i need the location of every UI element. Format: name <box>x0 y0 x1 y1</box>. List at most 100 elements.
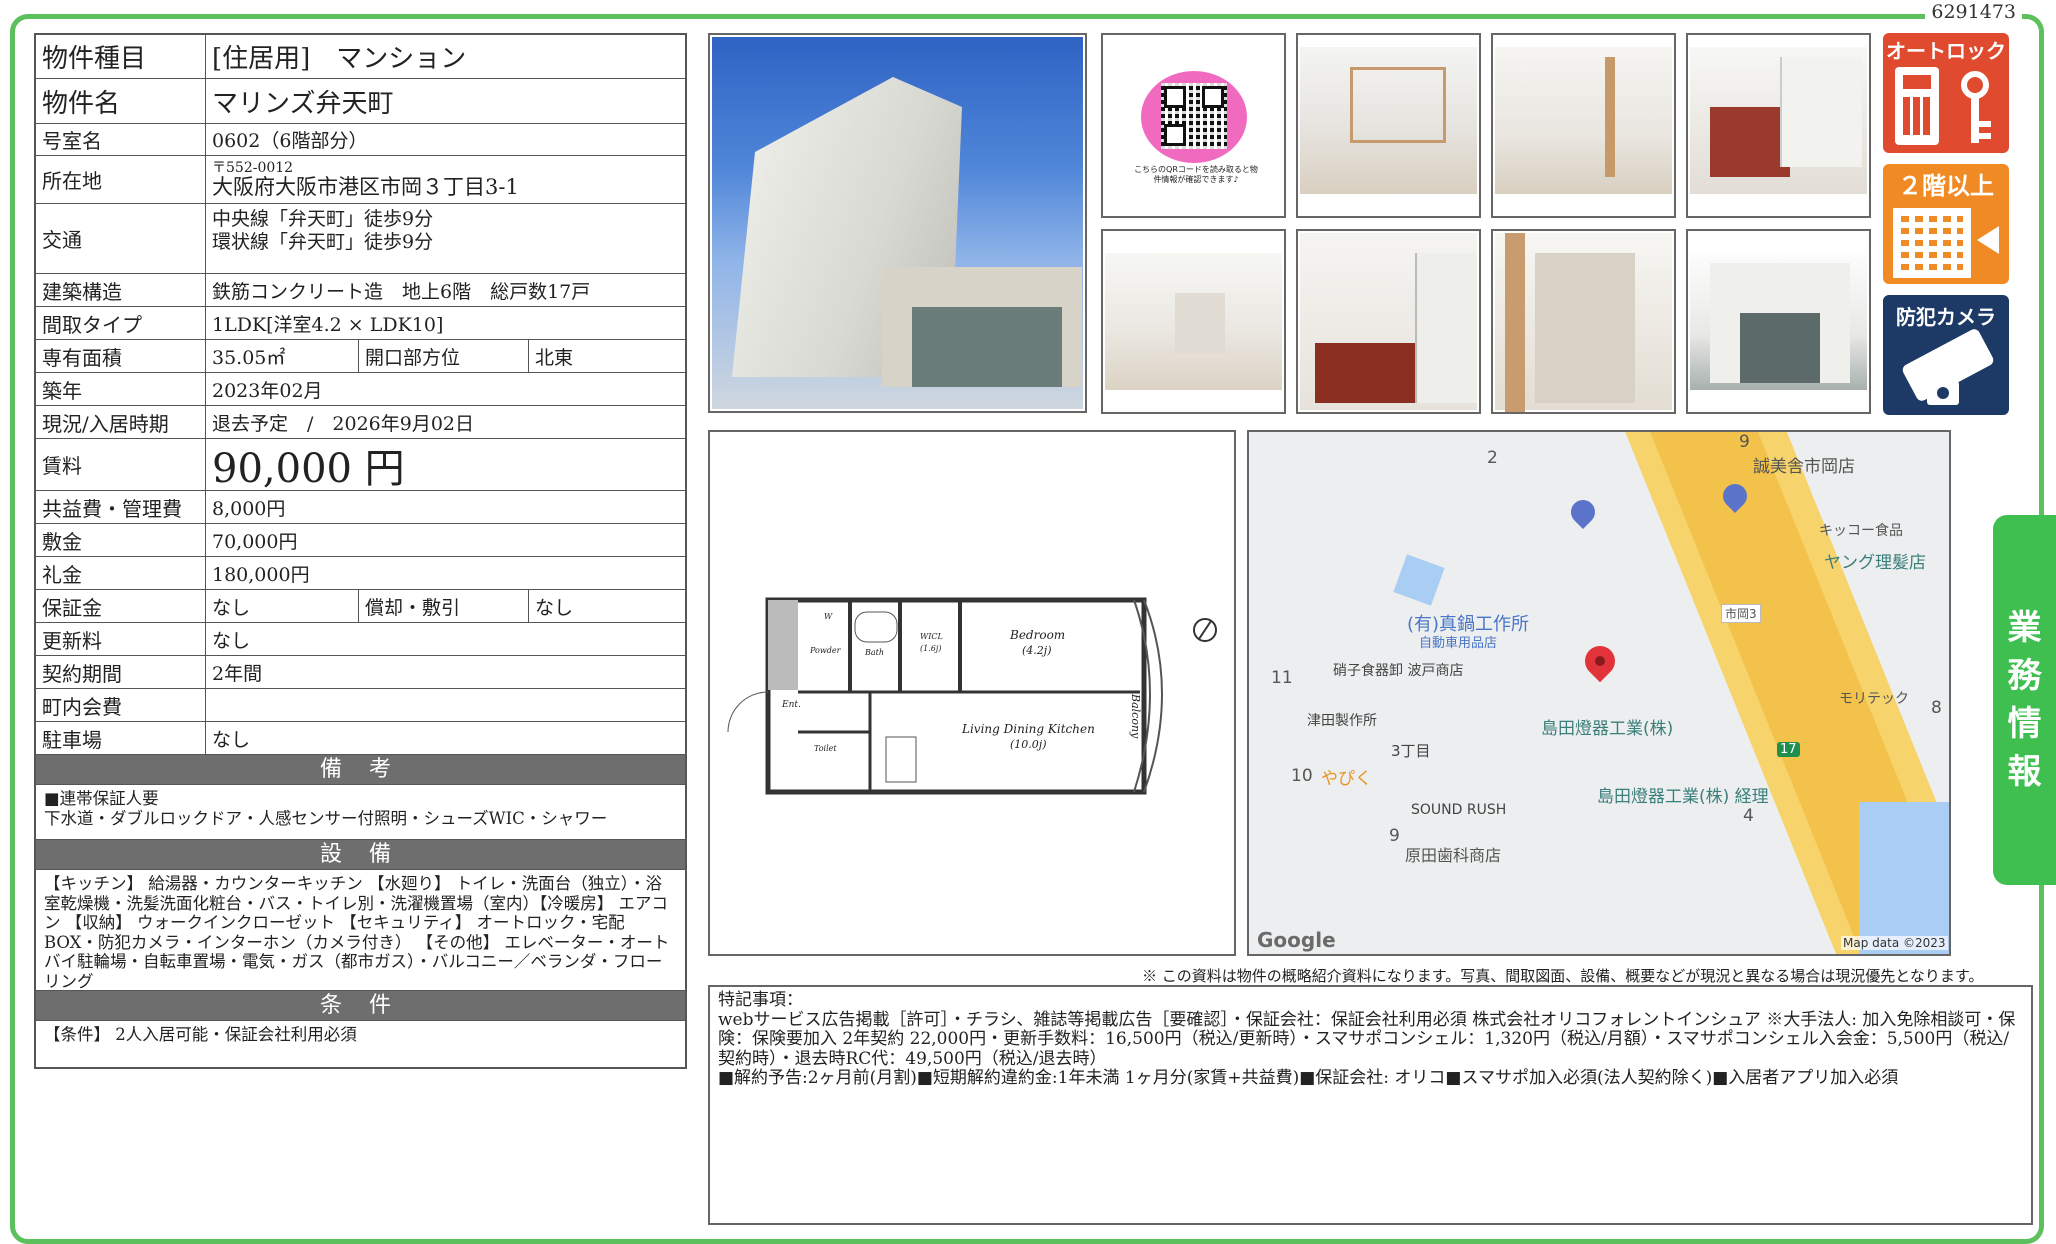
camera-mini-icon <box>1927 381 1959 405</box>
map-label-kikko: キッコー食品 <box>1819 523 1903 539</box>
layout-label: 間取タイプ <box>36 307 206 339</box>
qr-code-icon <box>1161 83 1227 149</box>
remarks-line-2: ■解約予告:2ヶ月前(月割)■短期解約違約金:1年未満 1ヶ月分(家賃+共益費)… <box>718 1068 1899 1088</box>
map-pond <box>1393 554 1445 606</box>
map-label-shimada: 島田燈器工業(株) <box>1541 719 1674 739</box>
built-value: 2023年02月 <box>212 379 323 402</box>
wic-size: (1.6j) <box>920 644 942 653</box>
autolock-badge: オートロック <box>1883 33 2009 153</box>
map-label-car-supplies: 自動車用品店 <box>1419 636 1498 651</box>
equipment-header: 設 備 <box>36 840 685 870</box>
ldk-size: (10.0j) <box>1010 738 1047 751</box>
address-text: 大阪府大阪市港区市岡３丁目3-1 <box>212 175 519 199</box>
name-label: 物件名 <box>36 79 206 123</box>
notes-line-2: 下水道・ダブルロックドア・人感センサー付照明・シューズWIC・シャワー <box>44 808 608 828</box>
parking-value: なし <box>212 728 251 751</box>
map-label-moritec: モリテック <box>1839 691 1909 707</box>
key-icon <box>1953 71 1997 145</box>
notes-body: ■連帯保証人要 下水道・ダブルロックドア・人感センサー付照明・シューズWIC・シ… <box>36 785 685 840</box>
common-value: 8,000円 <box>212 497 286 520</box>
row-guarantee: 保証金 なし 償却・敷引 なし <box>36 590 685 623</box>
room-photo-1[interactable] <box>1296 33 1481 218</box>
notes-line-1: ■連帯保証人要 <box>44 789 159 808</box>
map-label-yabiku: やぴく <box>1321 769 1372 789</box>
remarks-title: 特記事項： <box>718 990 803 1010</box>
name-value: マリンズ弁天町 <box>212 88 394 119</box>
built-label: 築年 <box>36 373 206 405</box>
room-image-2 <box>1495 47 1672 194</box>
guarantee-label: 保証金 <box>36 590 206 622</box>
row-address: 所在地 〒552-0012 大阪府大阪市港区市岡３丁目3-1 <box>36 156 685 204</box>
renewal-label: 更新料 <box>36 623 206 655</box>
map-block-9-bottom: 9 <box>1389 826 1400 846</box>
map-label-ichioka3: 市岡3 <box>1721 604 1761 623</box>
second-floor-badge: ２階以上 <box>1883 164 2009 284</box>
qr-panel[interactable]: こちらのQRコードを読み取ると物件情報が確認できます♪ <box>1101 33 1286 218</box>
address-value: 〒552-0012 大阪府大阪市港区市岡３丁目3-1 <box>206 156 685 203</box>
association-label: 町内会費 <box>36 689 206 721</box>
entrance-label: Ent. <box>782 700 801 710</box>
building-photo[interactable] <box>708 33 1087 413</box>
powder-label: Powder <box>810 646 841 655</box>
autolock-label: オートロック <box>1886 39 2006 63</box>
row-association: 町内会費 <box>36 689 685 722</box>
status-label: 現況/入居時期 <box>36 406 206 438</box>
keypad-icon <box>1895 67 1939 145</box>
room-photo-7[interactable] <box>1686 229 1871 414</box>
room-photo-5[interactable] <box>1296 229 1481 414</box>
status-value: 退去予定 / 2026年9月02日 <box>212 412 475 435</box>
remarks-line-1: webサービス広告掲載［許可］・チラシ、雑誌等掲載広告［要確認］・保証会社：保証… <box>718 1009 2016 1069</box>
term-value: 2年間 <box>212 662 263 685</box>
disclaimer: ※ この資料は物件の概略紹介資料になります。写真、間取図面、設備、概要などが現況… <box>1142 967 1984 985</box>
opening-label: 開口部方位 <box>359 340 529 372</box>
conditions-body: 【条件】 2人入居可能・保証会社利用必須 <box>44 1025 357 1044</box>
property-table: 物件種目 [住居用] マンション 物件名 マリンズ弁天町 号室名 0602（6階… <box>34 33 687 1069</box>
equipment-body: 【キッチン】 給湯器・カウンターキッチン 【水廻り】 トイレ・洗面台（独立）・浴… <box>36 870 685 991</box>
area-sub: 35.05㎡ 開口部方位 北東 <box>206 340 685 372</box>
guarantee-sub: なし 償却・敷引 なし <box>206 590 685 622</box>
map-label-harada: 原田歯科商店 <box>1405 846 1502 865</box>
side-tab-char-4: 報 <box>2007 752 2042 792</box>
map-label-hato: 硝子食器卸 波戸商店 <box>1333 663 1464 679</box>
side-tab-char-3: 情 <box>2007 704 2042 744</box>
row-status: 現況/入居時期 退去予定 / 2026年9月02日 <box>36 406 685 439</box>
toilet-label: Toilet <box>814 744 837 753</box>
map-block-8: 8 <box>1931 698 1942 718</box>
guarantee-value: なし <box>206 590 359 622</box>
side-tab-char-1: 業 <box>2007 608 2042 648</box>
row-layout: 間取タイプ 1LDK[洋室4.2 × LDK10] <box>36 307 685 340</box>
area-value: 35.05㎡ <box>206 340 359 372</box>
rent-label: 賃料 <box>36 439 206 490</box>
association-value <box>206 689 685 721</box>
location-pin-dot <box>1595 656 1605 666</box>
map-block-2: 2 <box>1487 448 1498 468</box>
map-label-shimada-keiri: 島田燈器工業(株) 経理 <box>1597 787 1769 807</box>
term-label: 契約期間 <box>36 656 206 688</box>
map-label-seibisha: 誠美舎市岡店 <box>1753 457 1855 477</box>
amort-label: 償却・敷引 <box>359 590 529 622</box>
floor-plan[interactable]: Bedroom (4.2j) Living Dining Kitchen (10… <box>708 430 1236 956</box>
qr-caption: こちらのQRコードを読み取ると物件情報が確認できます♪ <box>1134 165 1258 184</box>
row-rent: 賃料 90,000 円 <box>36 439 685 492</box>
second-floor-label: ２階以上 <box>1898 172 1994 200</box>
building-icon <box>1893 208 1971 278</box>
room-photo-4[interactable] <box>1101 229 1286 414</box>
room-photo-2[interactable] <box>1491 33 1676 218</box>
layout-value: 1LDK[洋室4.2 × LDK10] <box>212 313 444 336</box>
business-info-tab[interactable]: 業 務 情 報 <box>1993 515 2056 885</box>
google-logo: Google <box>1257 928 1336 952</box>
room-image-5 <box>1300 233 1477 410</box>
parking-label: 駐車場 <box>36 722 206 754</box>
location-map[interactable]: 2 9 11 10 9 4 8 17 誠美舎市岡店 キッコー食品 ヤング理髪店 … <box>1247 430 1951 956</box>
row-renewal: 更新料 なし <box>36 623 685 656</box>
parking-icon[interactable] <box>1566 495 1600 529</box>
room-photo-3[interactable] <box>1686 33 1871 218</box>
key-money-value: 180,000円 <box>212 563 310 586</box>
row-name: 物件名 マリンズ弁天町 <box>36 79 685 124</box>
room-photo-6[interactable] <box>1491 229 1676 414</box>
bedroom-size: (4.2j) <box>1022 644 1052 657</box>
map-block-9-top: 9 <box>1739 432 1750 452</box>
rent-value: 90,000 円 <box>212 445 405 492</box>
floor-plan-drawing <box>727 597 1217 795</box>
document-id: 6291473 <box>1925 1 2022 23</box>
